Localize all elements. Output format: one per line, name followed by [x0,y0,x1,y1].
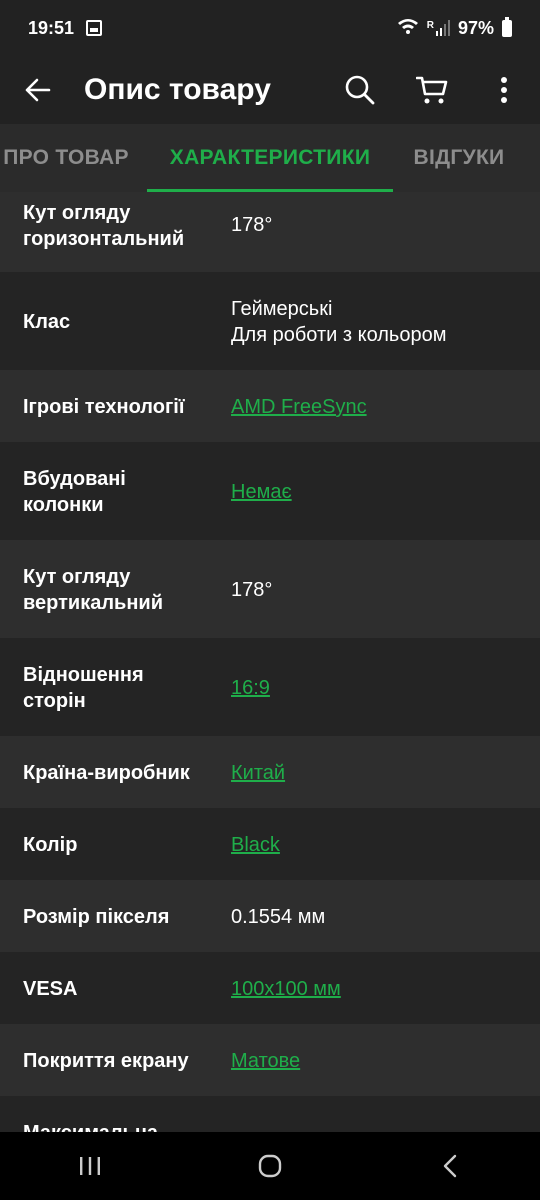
page-title: Опис товару [84,73,271,106]
recent-apps-icon [80,1157,100,1175]
spec-row: Відношення сторін 16:9 [0,638,540,736]
spec-value-link[interactable]: AMD FreeSync [231,394,521,420]
spec-label: Ігрові технології [23,396,185,418]
spec-value-link[interactable]: 100x100 мм [231,976,521,1002]
spec-label: Клас [23,311,71,333]
tab-bar: ПРО ТОВАР ХАРАКТЕРИСТИКИ ВІДГУКИ [0,124,540,192]
spec-label: Кут огляду вертикальний [23,566,163,614]
spec-value-link[interactable]: Матове [231,1048,521,1074]
spec-label: Вбудовані колонки [23,468,126,516]
spec-label: Покриття екрану [23,1050,189,1072]
recent-apps-button[interactable] [40,1132,140,1200]
more-button[interactable] [468,56,540,124]
spec-label: Максимальна [23,1120,223,1132]
spec-value-link[interactable]: 16:9 [231,675,521,701]
search-icon [345,75,375,105]
spec-label: Країна-виробник [23,762,190,784]
search-button[interactable] [324,56,396,124]
spec-row: Країна-виробник Китай [0,736,540,808]
spec-value: Геймерські Для роботи з кольором [231,298,447,346]
status-right: R 97% [397,16,512,40]
status-time: 19:51 [28,17,75,38]
signal-icon: R [427,20,450,36]
tab-reviews[interactable]: ВІДГУКИ [404,124,514,192]
app-bar: Опис товару [0,56,540,124]
tab-specs[interactable]: ХАРАКТЕРИСТИКИ [147,124,393,192]
spec-row: Максимальна [0,1096,540,1132]
battery-icon [502,16,512,37]
battery-percent: 97% [457,17,494,38]
spec-value-link[interactable]: Black [231,832,521,858]
spec-row: Клас Геймерські Для роботи з кольором [0,272,540,370]
back-arrow-icon [25,78,51,102]
home-button[interactable] [220,1132,320,1200]
status-bar: 19:51 R 97% [0,0,540,56]
system-back-button[interactable] [400,1132,500,1200]
spec-row: Розмір пікселя 0.1554 мм [0,880,540,952]
spec-label: Розмір пікселя [23,906,170,928]
home-icon [258,1154,282,1178]
wifi-icon [397,17,419,40]
image-icon [86,20,103,36]
spec-row: Кут огляду вертикальний 178° [0,540,540,638]
spec-row: Колір Black [0,808,540,880]
spec-value: 178° [231,214,273,236]
more-vert-icon [501,77,507,103]
spec-label: VESA [23,978,78,1000]
system-nav-bar [0,1132,540,1200]
signal-letter: R [426,20,434,31]
spec-value: 0.1554 мм [231,906,326,928]
spec-row: Кут огляду горизонтальний 178° [0,192,540,272]
cart-button[interactable] [396,56,468,124]
spec-row: VESA 100x100 мм [0,952,540,1024]
spec-row: Вбудовані колонки Немає [0,442,540,540]
spec-row: Покриття екрану Матове [0,1024,540,1096]
spec-list[interactable]: Кут огляду горизонтальний 178° Клас Гейме… [0,192,540,1132]
tab-about[interactable]: ПРО ТОВАР [0,124,134,192]
spec-label: Колір [23,834,78,856]
cart-icon [416,76,448,104]
back-icon [443,1154,457,1178]
spec-row: Ігрові технології AMD FreeSync [0,370,540,442]
spec-label: Відношення сторін [23,664,144,712]
back-button[interactable] [0,56,76,124]
spec-label: Кут огляду горизонтальний [23,202,185,250]
spec-value: 178° [231,579,273,601]
spec-value-link[interactable]: Немає [231,479,521,505]
spec-value-link[interactable]: Китай [231,760,521,786]
